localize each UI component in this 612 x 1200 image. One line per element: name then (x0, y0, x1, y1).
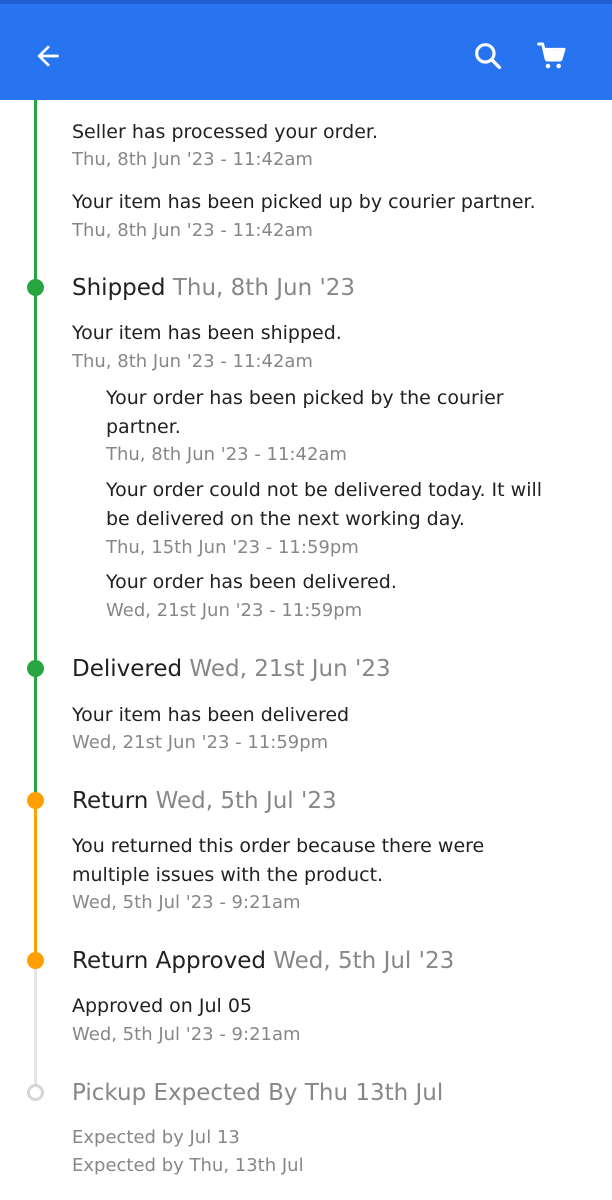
timeline-line-completed (34, 100, 37, 800)
status-date: Wed, 21st Jun '23 (189, 656, 391, 682)
event-message: Approved on Jul 05 (72, 995, 253, 1017)
status-date: Wed, 5th Jul '23 (273, 948, 455, 974)
status-title: Return Approved (72, 948, 266, 974)
sub-event-time: Wed, 21st Jun '23 - 11:59pm (106, 600, 363, 621)
status-dot-pickup-expected (27, 1084, 44, 1101)
status-dot-delivered (27, 660, 44, 677)
sub-event-message: Your order has been picked by the courie… (106, 387, 504, 438)
event-time: Wed, 5th Jul '23 - 9:21am (72, 892, 301, 913)
event-time: Thu, 8th Jun '23 - 11:42am (72, 220, 313, 241)
sub-event-time: Thu, 8th Jun '23 - 11:42am (106, 444, 347, 465)
sub-event-message: Your order could not be delivered today.… (106, 479, 543, 530)
event-time: Thu, 8th Jun '23 - 11:42am (72, 149, 313, 170)
status-date: Thu, 8th Jun '23 (172, 275, 356, 301)
event-time: Wed, 21st Jun '23 - 11:59pm (72, 732, 329, 753)
status-title: Return (72, 788, 149, 814)
search-button[interactable] (464, 32, 512, 80)
event-time: Thu, 8th Jun '23 - 11:42am (72, 351, 313, 372)
event-message: Your item has been shipped. (72, 322, 342, 344)
event-message: Your item has been delivered (72, 704, 350, 726)
timeline-line-return (34, 800, 37, 962)
search-icon (475, 43, 502, 70)
event-time: Expected by Thu, 13th Jul (72, 1155, 304, 1176)
status-heading-pickup-expected: Pickup Expected By Thu 13th Jul (72, 1080, 444, 1106)
status-dot-shipped (27, 279, 44, 296)
status-heading-return: Return Wed, 5th Jul '23 (72, 786, 337, 816)
status-heading-shipped: Shipped Thu, 8th Jun '23 (72, 273, 355, 303)
status-date: Wed, 5th Jul '23 (155, 788, 337, 814)
sub-event-time: Thu, 15th Jun '23 - 11:59pm (106, 537, 359, 558)
event-message: Expected by Jul 13 (72, 1127, 240, 1148)
event-time: Wed, 5th Jul '23 - 9:21am (72, 1024, 301, 1045)
timeline-line-pending (34, 962, 37, 1092)
sub-event-message: Your order has been delivered. (106, 571, 397, 593)
status-heading-delivered: Delivered Wed, 21st Jun '23 (72, 654, 391, 684)
cart-button[interactable] (528, 32, 576, 80)
status-title: Delivered (72, 656, 183, 682)
status-title: Shipped (72, 275, 166, 301)
arrow-left-icon (37, 45, 59, 67)
event-message: Seller has processed your order. (72, 121, 378, 143)
status-dot-return (27, 792, 44, 809)
back-button[interactable] (24, 32, 72, 80)
status-dot-return-approved (27, 952, 44, 969)
cart-icon (537, 42, 566, 69)
app-header (0, 0, 612, 100)
event-message: Your item has been picked up by courier … (72, 191, 536, 213)
event-message: You returned this order because there we… (72, 835, 485, 886)
status-heading-return-approved: Return Approved Wed, 5th Jul '23 (72, 946, 454, 976)
order-tracking-timeline: Seller has processed your order. Thu, 8t… (0, 100, 612, 1200)
